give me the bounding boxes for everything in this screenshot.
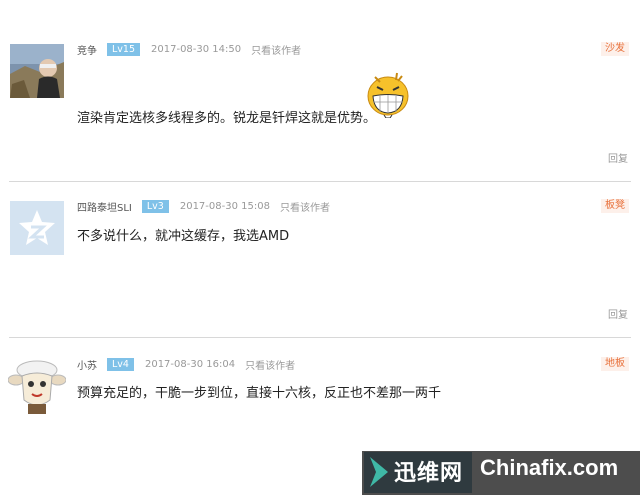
comment-text: 不多说什么，就冲这缓存，我选AMD (77, 229, 290, 244)
post-time: 2017-08-30 15:08 (179, 200, 270, 212)
username[interactable]: 竞争 (77, 42, 97, 57)
reply-link[interactable]: 回复 (608, 150, 628, 165)
chevron-right-icon (368, 455, 390, 489)
post-time: 2017-08-30 14:50 (151, 43, 242, 55)
reply-link[interactable]: 回复 (608, 306, 628, 321)
floor-label: 板凳 (601, 199, 629, 213)
user-avatar[interactable] (10, 44, 64, 98)
grinning-face-emoji-icon (364, 68, 412, 119)
divider (9, 181, 631, 182)
watermark-brand-cn: 迅维网 (394, 461, 464, 486)
only-author-link[interactable]: 只看该作者 (245, 357, 295, 372)
floor-label: 沙发 (601, 42, 629, 56)
only-author-link[interactable]: 只看该作者 (251, 42, 301, 57)
username[interactable]: 四路泰坦SLI (77, 199, 132, 214)
floor-label: 地板 (601, 357, 629, 371)
level-badge: Lv3 (141, 199, 169, 213)
divider (9, 337, 631, 338)
post-time: 2017-08-30 16:04 (144, 358, 236, 370)
comment-text: 预算充足的，干脆一步到位，直接十六核，反正也不差那一两千 (77, 386, 442, 401)
qzone-star-avatar-icon (10, 201, 64, 255)
user-avatar[interactable] (8, 356, 66, 414)
level-badge: Lv4 (107, 357, 134, 371)
level-badge: Lv15 (107, 42, 141, 56)
watermark-brand-en: Chinafix.com (480, 455, 619, 480)
user-avatar[interactable] (10, 201, 64, 255)
only-author-link[interactable]: 只看该作者 (280, 199, 330, 214)
photo-elderly-man-avatar-icon (10, 44, 64, 98)
username[interactable]: 小苏 (77, 357, 97, 372)
cartoon-sheep-avatar-icon (8, 356, 66, 414)
comment-text: 渲染肯定选核多线程多的。锐龙是钎焊这就是优势。 (77, 111, 377, 126)
